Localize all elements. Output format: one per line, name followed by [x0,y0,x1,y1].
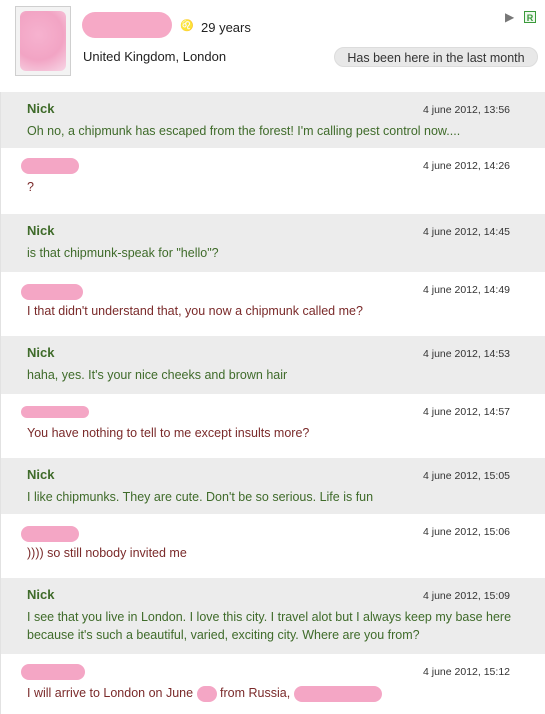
message-timestamp: 4 june 2012, 14:26 [423,160,510,172]
message-timestamp: 4 june 2012, 14:53 [423,348,510,360]
profile-header: ♌ 29 years United Kingdom, London Has be… [0,0,545,90]
message-text: I like chipmunks. They are cute. Don't b… [27,490,374,504]
message-item: Nick 4 june 2012, 14:45 is that chipmunk… [1,214,545,272]
message-timestamp: 4 june 2012, 15:06 [423,526,510,538]
r-badge-icon[interactable]: R [524,11,536,23]
message-text: is that chipmunk-speak for "hello"? [27,246,219,260]
video-camera-icon[interactable]: ▶ [505,11,519,23]
text-redaction [293,685,382,702]
message-sender[interactable]: Nick [27,467,54,482]
message-text: You have nothing to tell to me except in… [27,426,310,440]
message-sender[interactable]: Nick [27,587,54,602]
message-item: Nick 4 june 2012, 13:56 Oh no, a chipmun… [1,92,545,148]
message-timestamp: 4 june 2012, 15:12 [423,666,510,678]
message-item: 4 june 2012, 14:57 You have nothing to t… [1,394,545,458]
message-text-part: from Russia, [220,686,291,700]
message-item: Nick 4 june 2012, 14:53 haha, yes. It's … [1,336,545,394]
message-timestamp: 4 june 2012, 14:49 [423,284,510,296]
sender-name-redaction [21,158,79,174]
sender-name-redaction [21,526,79,542]
text-redaction [196,685,217,702]
message-item: Nick 4 june 2012, 15:05 I like chipmunks… [1,458,545,514]
message-timestamp: 4 june 2012, 14:45 [423,226,510,238]
message-item: 4 june 2012, 14:26 ? [1,148,545,214]
presence-badge: Has been here in the last month [334,47,538,67]
message-sender[interactable]: Nick [27,223,54,238]
sender-name-redaction [21,664,85,680]
profile-avatar[interactable] [15,6,71,76]
message-text-part: I will arrive to London on June [27,686,194,700]
message-text: )))) so still nobody invited me [27,546,187,560]
profile-location: United Kingdom, London [83,49,227,64]
profile-age: 29 years [201,20,251,35]
message-item: 4 june 2012, 15:12 I will arrive to Lond… [1,654,545,714]
message-text: I see that you live in London. I love th… [27,610,512,642]
message-sender[interactable]: Nick [27,345,54,360]
message-timestamp: 4 june 2012, 15:05 [423,470,510,482]
message-sender[interactable]: Nick [27,101,54,116]
message-text: haha, yes. It's your nice cheeks and bro… [27,368,288,382]
message-text: I that didn't understand that, you now a… [27,304,363,318]
message-timestamp: 4 june 2012, 14:57 [423,406,510,418]
message-item: 4 june 2012, 14:49 I that didn't underst… [1,272,545,336]
message-text: I will arrive to London on June from Rus… [27,684,517,702]
zodiac-icon: ♌ [180,20,194,32]
message-item: 4 june 2012, 15:06 )))) so still nobody … [1,514,545,578]
profile-name-redaction [82,12,172,38]
message-text: Oh no, a chipmunk has escaped from the f… [27,124,461,138]
sender-name-redaction [21,406,89,418]
message-item: Nick 4 june 2012, 15:09 I see that you l… [1,578,545,654]
avatar-redaction [20,11,66,71]
message-timestamp: 4 june 2012, 15:09 [423,590,510,602]
message-timestamp: 4 june 2012, 13:56 [423,104,510,116]
sender-name-redaction [21,284,83,300]
message-thread: Nick 4 june 2012, 13:56 Oh no, a chipmun… [0,92,545,714]
message-text: ? [27,180,34,194]
